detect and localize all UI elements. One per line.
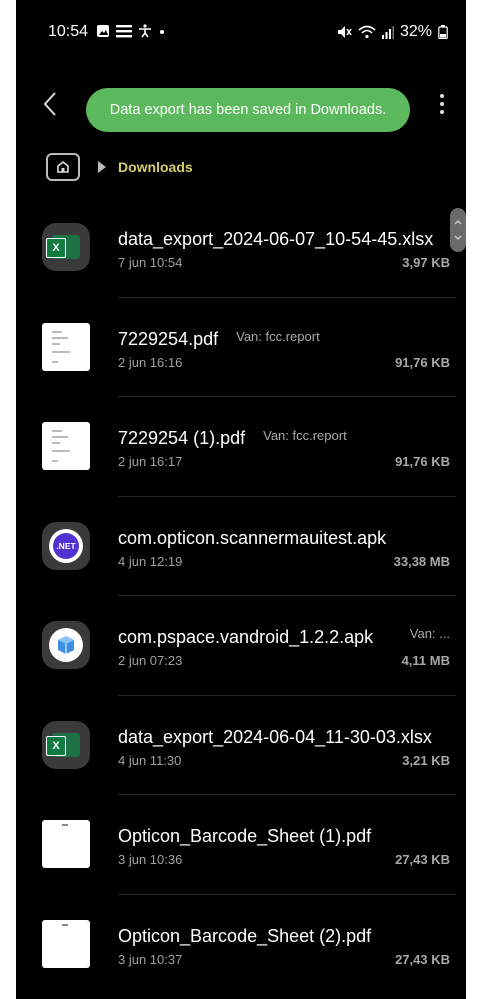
file-list: X data_export_2024-06-07_10-54-45.xlsx 7… [16,198,466,994]
status-bar: 10:54 32% [16,22,466,46]
file-name: data_export_2024-06-07_10-54-45.xlsx [118,229,434,249]
dot-icon [160,30,164,34]
notification-icons [96,24,166,38]
dotnet-app-icon: .NET [42,521,90,570]
file-size: 3,21 KB [402,752,450,768]
menu-lines-icon [116,25,132,38]
file-size: 91,76 KB [395,354,450,370]
signal-icon [381,26,394,39]
file-name-wrap: 7229254 (1).pdf Van: fcc.report [118,428,347,449]
accessibility-icon [139,24,151,38]
mute-icon [337,26,352,38]
file-date: 3 jun 10:36 [118,852,183,867]
file-size: 33,38 MB [393,553,450,569]
file-row[interactable]: .NET com.opticon.scannermauitest.apk 4 j… [16,497,466,596]
scrollbar-thumb[interactable] [450,208,466,252]
file-row[interactable]: com.pspace.vandroid_1.2.2.apk Van: ... 2… [16,596,466,696]
file-size: 27,43 KB [395,852,450,867]
package-app-icon [42,621,90,669]
battery-icon [438,25,448,39]
file-name: com.opticon.scannermauitest.apk [118,527,387,548]
file-date: 4 jun 11:30 [118,752,182,768]
file-date: 7 jun 10:54 [118,255,183,270]
file-row[interactable]: 7229254.pdf Van: fcc.report 2 jun 16:16 9… [16,298,466,397]
file-row[interactable]: X data_export_2024-06-04_11-30-03.xlsx 4… [16,696,466,795]
back-button[interactable] [42,90,58,124]
file-size: 91,76 KB [395,454,450,469]
file-date: 4 jun 12:19 [118,553,183,569]
cube-icon [58,636,74,654]
file-name: data_export_2024-06-04_11-30-03.xlsx [118,726,432,747]
pdf-thumbnail-icon [42,322,90,371]
file-row[interactable]: 7229254 (1).pdf Van: fcc.report 2 jun 16:… [16,397,466,497]
system-icons: 32% [336,23,448,41]
file-name: Opticon_Barcode_Sheet (1).pdf [118,826,372,846]
scroll-arrows-icon [454,220,462,240]
breadcrumb: Downloads [46,152,193,182]
file-date: 2 jun 16:17 [118,454,183,469]
file-name: com.pspace.vandroid_1.2.2.apk [118,627,374,647]
app-bar: Data export has been saved in Downloads. [16,86,466,134]
breadcrumb-current[interactable]: Downloads [118,159,193,175]
status-time: 10:54 [48,23,89,40]
pdf-thumbnail-icon [42,422,90,470]
pdf-thumbnail-icon [42,919,90,968]
file-date: 3 jun 10:37 [118,951,183,967]
home-button[interactable] [46,153,80,181]
excel-icon: X [42,720,90,769]
excel-icon: X [42,223,90,271]
toast-message: Data export has been saved in Downloads. [86,88,410,132]
file-source: Van: fcc.report [263,428,347,443]
breadcrumb-arrow-icon [98,161,106,173]
file-size: 27,43 KB [395,951,450,967]
file-row[interactable]: Opticon_Barcode_Sheet (1).pdf 3 jun 10:3… [16,795,466,895]
file-source: Van: ... [409,626,450,641]
file-date: 2 jun 16:16 [118,354,183,370]
gallery-icon [97,25,109,37]
more-options-button[interactable] [440,94,444,118]
file-source: Van: fcc.report [236,328,320,344]
file-row[interactable]: X data_export_2024-06-07_10-54-45.xlsx 7… [16,198,466,298]
file-name: 7229254.pdf [118,328,219,349]
home-icon [57,160,69,173]
file-size: 4,11 MB [401,653,450,668]
battery-percent: 32% [399,23,432,40]
wifi-icon [358,25,376,39]
pdf-thumbnail-icon [42,820,90,868]
chevron-left-icon [43,92,56,116]
file-size: 3,97 KB [402,255,450,270]
file-name-wrap: 7229254.pdf Van: fcc.report [118,329,320,350]
file-date: 2 jun 07:23 [118,653,183,668]
phone-screen: 10:54 32% Data export has been saved in … [16,0,466,999]
file-row[interactable]: Opticon_Barcode_Sheet (2).pdf 3 jun 10:3… [16,895,466,995]
file-name: 7229254 (1).pdf [118,428,246,448]
file-name: Opticon_Barcode_Sheet (2).pdf [118,925,372,946]
